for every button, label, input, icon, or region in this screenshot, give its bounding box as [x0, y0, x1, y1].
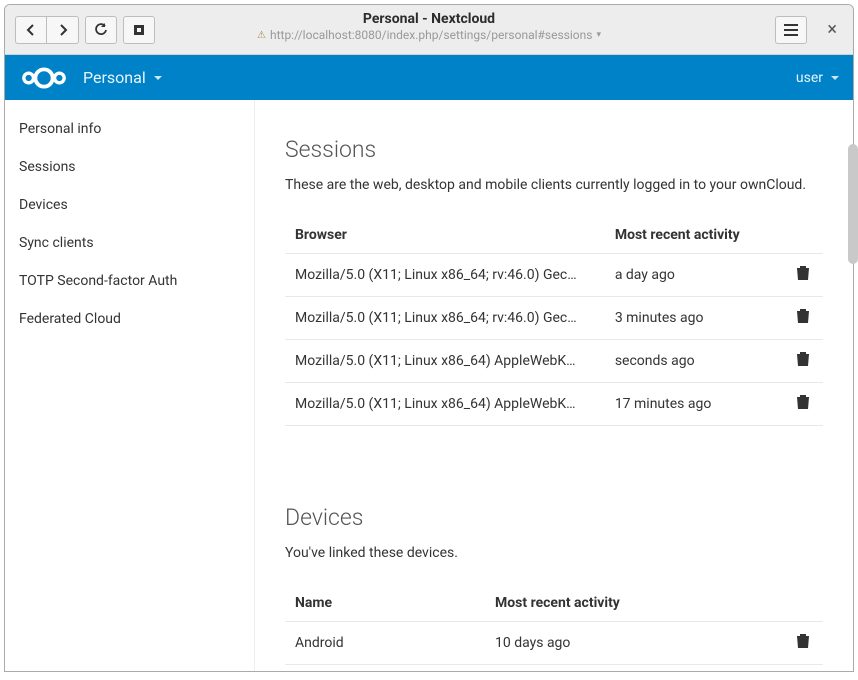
table-row: Mozilla/5.0 (X11; Linux x86_64) AppleWeb…	[285, 383, 823, 426]
table-row: Mozilla/5.0 (X11; Linux x86_64) AppleWeb…	[285, 340, 823, 383]
delete-icon[interactable]	[795, 637, 811, 653]
col-activity: Most recent activity	[605, 217, 783, 254]
sidebar-item-totp[interactable]: TOTP Second-factor Auth	[5, 262, 254, 300]
devices-description: You've linked these devices.	[285, 545, 823, 561]
col-browser: Browser	[285, 217, 605, 254]
sessions-description: These are the web, desktop and mobile cl…	[285, 177, 823, 193]
insecure-icon: ⚠	[257, 30, 266, 41]
app-header: Personal user	[5, 55, 853, 100]
table-row: Mozilla/5.0 (X11; Linux x86_64; rv:46.0)…	[285, 297, 823, 340]
delete-icon[interactable]	[795, 269, 811, 285]
main-content: Sessions These are the web, desktop and …	[255, 100, 853, 671]
sidebar-item-personal-info[interactable]: Personal info	[5, 110, 254, 148]
col-name: Name	[285, 585, 485, 622]
hamburger-menu-button[interactable]	[775, 16, 807, 44]
sessions-table: Browser Most recent activity Mozilla/5.0…	[285, 217, 823, 426]
back-button[interactable]	[15, 16, 47, 44]
table-row: Android 10 days ago	[285, 622, 823, 665]
sidebar-item-sync-clients[interactable]: Sync clients	[5, 224, 254, 262]
forward-button[interactable]	[47, 16, 79, 44]
delete-icon[interactable]	[795, 355, 811, 371]
reload-button[interactable]	[85, 16, 117, 44]
devices-table: Name Most recent activity Android 10 day…	[285, 585, 823, 665]
delete-icon[interactable]	[795, 398, 811, 414]
nextcloud-logo-icon[interactable]	[19, 66, 69, 90]
table-row: Mozilla/5.0 (X11; Linux x86_64; rv:46.0)…	[285, 254, 823, 297]
sessions-heading: Sessions	[285, 136, 823, 163]
user-menu-dropdown[interactable]: user	[796, 70, 839, 86]
sidebar-item-sessions[interactable]: Sessions	[5, 148, 254, 186]
caret-down-icon	[831, 76, 839, 80]
close-button[interactable]: ×	[821, 17, 843, 42]
settings-sidebar: Personal info Sessions Devices Sync clie…	[5, 100, 255, 671]
sidebar-item-federated-cloud[interactable]: Federated Cloud	[5, 300, 254, 338]
col-activity: Most recent activity	[485, 585, 783, 622]
app-nav-dropdown[interactable]: Personal	[83, 68, 162, 87]
browser-toolbar: Personal - Nextcloud ⚠ http://localhost:…	[5, 5, 853, 55]
scrollbar-thumb[interactable]	[848, 144, 854, 264]
sidebar-item-devices[interactable]: Devices	[5, 186, 254, 224]
home-button[interactable]	[123, 16, 155, 44]
caret-down-icon	[154, 76, 162, 80]
delete-icon[interactable]	[795, 312, 811, 328]
devices-heading: Devices	[285, 504, 823, 531]
